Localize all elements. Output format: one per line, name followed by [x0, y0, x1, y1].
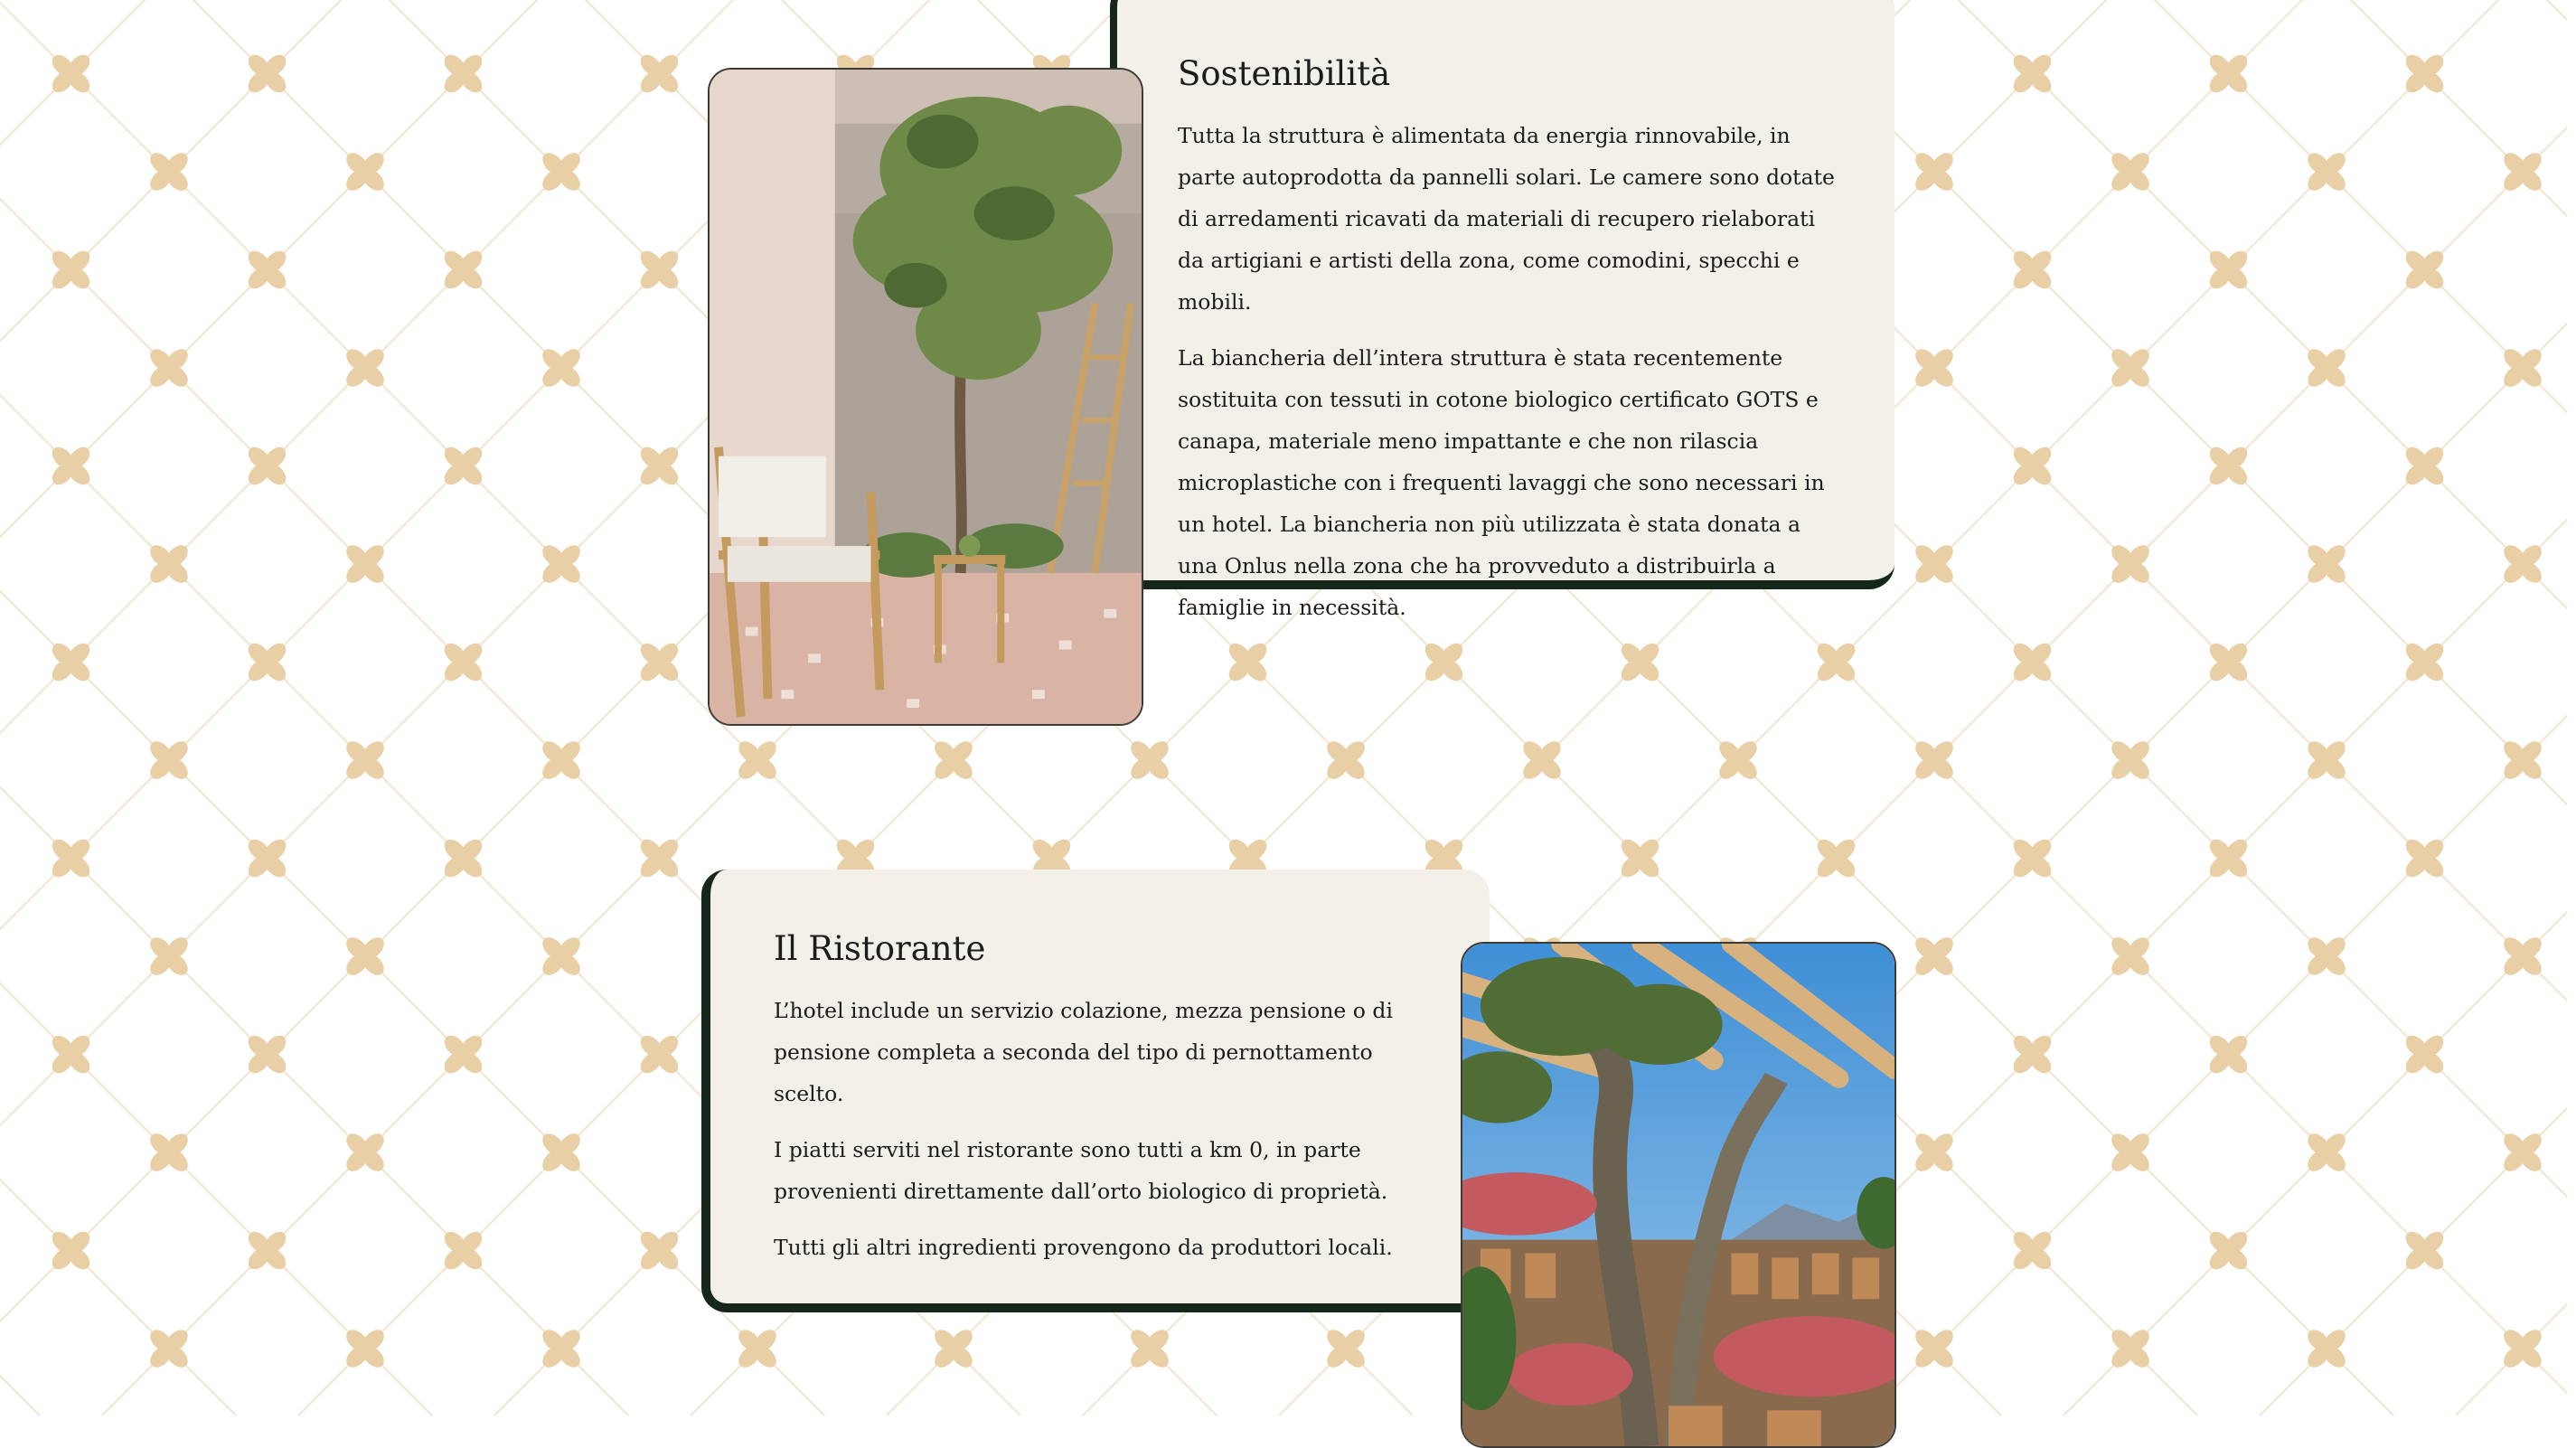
restaurant-content: Il Ristorante L’hotel include un servizi…	[774, 929, 1406, 1283]
sustainability-title: Sostenibilità	[1178, 54, 1391, 93]
courtyard-photo	[708, 68, 1143, 726]
restaurant-paragraph-3: Tutti gli altri ingredienti provengono d…	[774, 1235, 1393, 1260]
sustainability-paragraph-2: La biancheria dell’intera struttura è st…	[1178, 345, 1825, 620]
sustainability-content: Sostenibilità Tutta la struttura è alime…	[1178, 54, 1847, 643]
restaurant-terrace-photo	[1461, 942, 1896, 1448]
sustainability-paragraph-1: Tutta la struttura è alimentata da energ…	[1178, 123, 1835, 315]
restaurant-card: Il Ristorante L’hotel include un servizi…	[701, 870, 1490, 1312]
sustainability-card: Sostenibilità Tutta la struttura è alime…	[1110, 0, 1894, 620]
restaurant-paragraph-1: L’hotel include un servizio colazione, m…	[774, 998, 1393, 1106]
restaurant-title: Il Ristorante	[774, 929, 986, 968]
restaurant-paragraph-2: I piatti serviti nel ristorante sono tut…	[774, 1137, 1388, 1204]
